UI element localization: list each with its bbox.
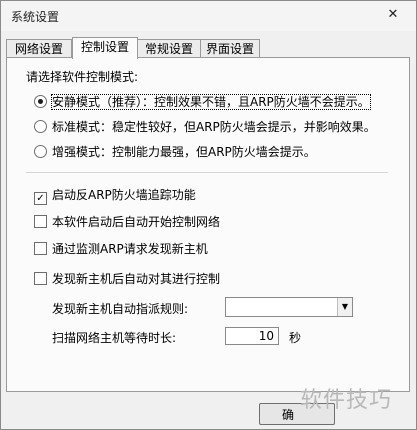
radio-label: 安静模式（推荐）：控制效果不错，且ARP防火墙不会提示。 [51,94,371,110]
checkbox[interactable] [34,215,47,228]
radio-button[interactable] [34,145,47,158]
checkbox-label: 本软件启动后自动开始控制网络 [52,215,221,229]
checkbox[interactable] [34,242,47,255]
title-bar: 系统设置 ✕ [1,1,416,31]
tab-general-settings[interactable]: 常规设置 [137,39,201,58]
checkbox-label: 发现新主机后自动对其进行控制 [52,272,221,286]
checkbox-auto-control-new-hosts[interactable]: 发现新主机后自动对其进行控制 [34,271,220,287]
tab-interface-settings[interactable]: 界面设置 [200,39,260,58]
tab-control-settings[interactable]: 控制设置 [72,37,138,59]
radio-enhanced-mode[interactable]: 增强模式：控制能力最强，但ARP防火墙会提示。 [34,144,316,160]
close-icon: ✕ [387,7,399,22]
checkbox-label: 通过监测ARP请求发现新主机 [52,242,208,256]
radio-button-selected[interactable] [34,95,47,108]
radio-label: 标准模式：稳定性较好，但ARP防火墙会提示，并影响效果。 [52,120,376,134]
checkbox-arp-detect-hosts[interactable]: 通过监测ARP请求发现新主机 [34,241,208,257]
checkbox[interactable] [34,272,47,285]
chevron-down-icon[interactable]: ▼ [337,298,352,316]
tab-network-settings[interactable]: 网络设置 [6,39,72,58]
radio-label: 增强模式：控制能力最强，但ARP防火墙会提示。 [52,145,316,159]
scan-wait-input[interactable] [225,327,279,345]
checkbox-checked[interactable]: ✓ [34,192,47,205]
checkbox-auto-start-control[interactable]: 本软件启动后自动开始控制网络 [34,214,220,230]
checkbox-label: 启动反ARP防火墙追踪功能 [52,188,196,202]
auto-rule-select[interactable]: ▼ [225,297,353,317]
scan-wait-label: 扫描网络主机等待时长: [52,331,177,345]
scan-wait-unit: 秒 [289,331,302,345]
window-title: 系统设置 [11,10,60,24]
auto-rule-label: 发现新主机自动指派规则: [52,302,189,316]
separator [26,172,388,173]
radio-standard-mode[interactable]: 标准模式：稳定性较好，但ARP防火墙会提示，并影响效果。 [34,119,376,135]
close-button[interactable]: ✕ [384,7,402,23]
radio-quiet-mode[interactable]: 安静模式（推荐）：控制效果不错，且ARP防火墙不会提示。 [34,94,371,110]
watermark: 软件技巧 [300,388,393,413]
control-mode-prompt: 请选择软件控制模式: [26,70,139,84]
checkbox-anti-arp-tracking[interactable]: ✓ 启动反ARP防火墙追踪功能 [34,187,196,205]
radio-button[interactable] [34,120,47,133]
